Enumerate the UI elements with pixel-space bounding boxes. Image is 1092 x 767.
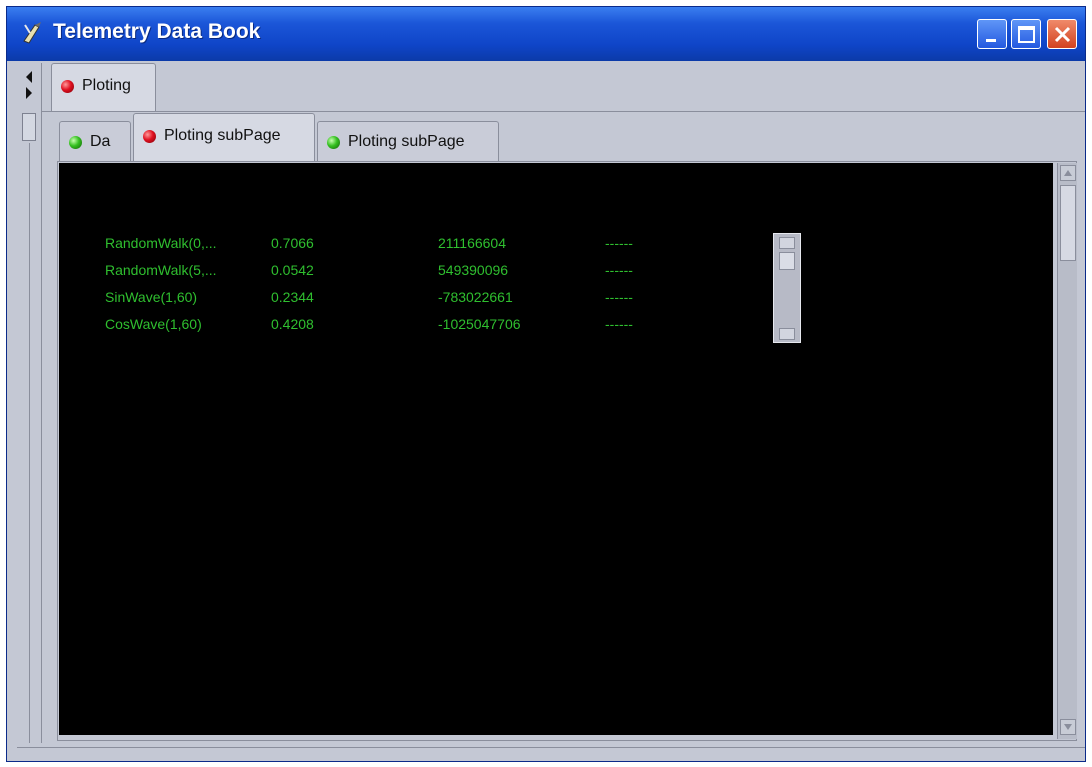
chevron-up-icon xyxy=(1064,170,1072,176)
plot-vertical-scrollbar[interactable] xyxy=(1057,163,1077,739)
signal-value: 0.7066 xyxy=(271,235,314,251)
tab-label: Ploting subPage xyxy=(348,133,465,150)
signal-raw: -783022661 xyxy=(438,289,513,305)
red-status-icon xyxy=(143,130,156,143)
scroll-thumb[interactable] xyxy=(1060,185,1076,261)
signal-name: RandomWalk(0,... xyxy=(105,235,217,251)
signal-extra: ------ xyxy=(605,262,633,278)
signal-extra: ------ xyxy=(605,316,633,332)
minimize-button[interactable] xyxy=(977,19,1007,49)
signal-raw: 549390096 xyxy=(438,262,509,278)
readout-scrollbar[interactable] xyxy=(773,233,801,343)
tab-da[interactable]: Da xyxy=(59,121,131,161)
tab-label: Ploting xyxy=(82,77,131,94)
scroll-down-button[interactable] xyxy=(779,328,795,340)
scroll-down-button[interactable] xyxy=(1060,719,1076,735)
scroll-up-button[interactable] xyxy=(779,237,795,249)
title-bar[interactable]: Telemetry Data Book xyxy=(7,7,1085,61)
tab-ploting-subpage-1[interactable]: Ploting subPage xyxy=(133,113,315,161)
tab-ploting-subpage-2[interactable]: Ploting subPage xyxy=(317,121,499,161)
maximize-icon xyxy=(1018,26,1035,43)
scroll-thumb[interactable] xyxy=(779,252,795,270)
signal-name: RandomWalk(5,... xyxy=(105,262,217,278)
maximize-button[interactable] xyxy=(1011,19,1041,49)
status-strip xyxy=(17,747,1085,760)
close-button[interactable] xyxy=(1047,19,1077,49)
signal-extra: ------ xyxy=(605,235,633,251)
close-icon xyxy=(1054,26,1071,43)
pen-icon xyxy=(23,22,41,44)
split-arrows-icon[interactable] xyxy=(17,67,41,107)
window-title: Telemetry Data Book xyxy=(53,20,261,43)
red-status-icon xyxy=(61,80,74,93)
tab-label: Da xyxy=(90,133,111,150)
chevron-down-icon xyxy=(1064,724,1072,730)
signal-value: 0.4208 xyxy=(271,316,314,332)
green-status-icon xyxy=(327,136,340,149)
minimize-icon xyxy=(986,39,996,42)
outer-tab-panel-border xyxy=(41,111,1085,112)
side-split-strip xyxy=(17,63,42,743)
tab-ploting[interactable]: Ploting xyxy=(51,63,156,111)
signal-value: 0.2344 xyxy=(271,289,314,305)
signal-name: CosWave(1,60) xyxy=(105,316,202,332)
signal-extra: ------ xyxy=(605,289,633,305)
side-scroll-thumb[interactable] xyxy=(22,113,36,141)
scroll-up-button[interactable] xyxy=(1060,165,1076,181)
signal-value: 0.0542 xyxy=(271,262,314,278)
tab-label: Ploting subPage xyxy=(164,127,281,144)
signal-name: SinWave(1,60) xyxy=(105,289,198,305)
signal-raw: -1025047706 xyxy=(438,316,521,332)
telemetry-window: Telemetry Data Book Ploting Da Ploting s… xyxy=(6,6,1086,762)
side-divider xyxy=(29,143,30,743)
signal-raw: 211166604 xyxy=(438,235,506,251)
green-status-icon xyxy=(69,136,82,149)
